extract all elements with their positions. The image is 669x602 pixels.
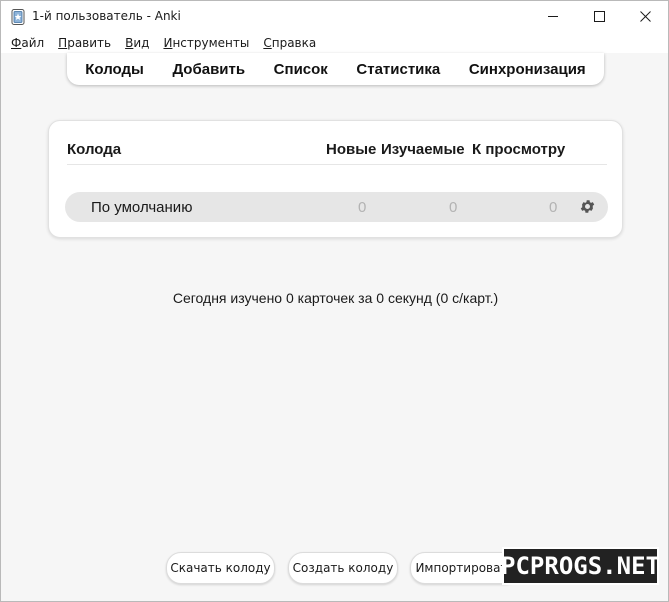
get-shared-deck-button[interactable]: Скачать колоду <box>166 552 275 584</box>
close-button[interactable] <box>622 1 668 32</box>
header-learn: Изучаемые <box>381 141 465 158</box>
maximize-icon <box>593 11 605 22</box>
deck-row[interactable]: По умолчанию 0 0 0 <box>65 192 608 222</box>
deck-options-gear-icon[interactable] <box>579 198 596 215</box>
deck-table-header: Колода Новые Изучаемые К просмотру <box>67 141 607 165</box>
close-icon <box>639 11 651 22</box>
deck-learn-count: 0 <box>449 199 458 216</box>
title-bar[interactable]: 1-й пользователь - Anki <box>1 1 668 33</box>
toolbar-stats[interactable]: Статистика <box>350 57 446 82</box>
toolbar-decks[interactable]: Колоды <box>79 57 150 82</box>
toolbar-sync[interactable]: Синхронизация <box>463 57 592 82</box>
maximize-button[interactable] <box>576 1 622 32</box>
header-review: К просмотру <box>472 141 566 158</box>
header-deck: Колода <box>67 141 122 158</box>
deck-name-link[interactable]: По умолчанию <box>91 199 192 216</box>
menu-edit[interactable]: Править <box>58 36 111 50</box>
today-study-stats: Сегодня изучено 0 карточек за 0 секунд (… <box>172 290 499 306</box>
main-toolbar: Колоды Добавить Список Статистика Синхро… <box>67 53 604 85</box>
anki-main-window: 1-й пользователь - Anki Файл Править Вид… <box>0 0 669 602</box>
menu-bar: Файл Править Вид Инструменты Справка <box>1 33 668 53</box>
toolbar-browse[interactable]: Список <box>268 57 334 82</box>
menu-help[interactable]: Справка <box>263 36 316 50</box>
menu-view[interactable]: Вид <box>125 36 149 50</box>
minimize-icon <box>547 16 558 17</box>
deck-list-card: Колода Новые Изучаемые К просмотру По ум… <box>48 120 623 238</box>
deck-review-count: 0 <box>549 199 558 216</box>
header-new: Новые <box>326 141 377 158</box>
menu-file[interactable]: Файл <box>11 36 44 50</box>
menu-tools[interactable]: Инструменты <box>163 36 249 50</box>
anki-star-icon <box>11 9 25 25</box>
toolbar-add[interactable]: Добавить <box>166 57 251 82</box>
watermark-overlay: PCPROGS.NET <box>501 549 660 583</box>
window-title: 1-й пользователь - Anki <box>32 9 181 23</box>
minimize-button[interactable] <box>530 1 576 32</box>
deck-new-count: 0 <box>358 199 367 216</box>
create-deck-button[interactable]: Создать колоду <box>288 552 398 584</box>
